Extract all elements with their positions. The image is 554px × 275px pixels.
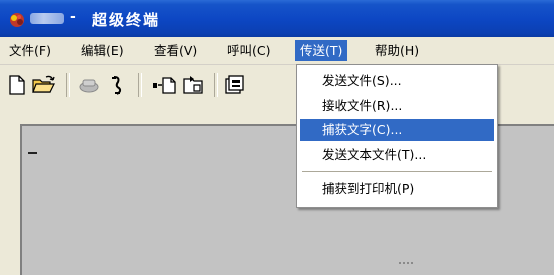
menu-edit[interactable]: 编辑(E) [76,40,129,61]
menu-transfer[interactable]: 传送(T) [295,40,348,61]
open-folder-icon[interactable] [32,74,55,96]
blurred-title-fragment [30,13,64,24]
toolbar-separator [214,73,218,97]
send-icon[interactable] [152,74,176,96]
toolbar-separator [138,73,142,97]
menu-item-capture-to-printer[interactable]: 捕获到打印机(P) [300,178,494,200]
properties-icon[interactable] [224,74,246,96]
menu-file[interactable]: 文件(F) [4,40,56,61]
phone-icon[interactable] [8,10,26,28]
window-title: 超级终端 [92,11,161,29]
receive-icon[interactable] [182,74,204,96]
call-icon[interactable] [78,74,100,96]
title-separator: - [70,9,76,25]
toolbar-separator [66,73,70,97]
menu-separator [302,171,492,172]
text-cursor [28,152,37,154]
menu-item-capture-text[interactable]: 捕获文字(C)... [300,119,494,141]
status-grip [399,262,413,270]
disconnect-icon[interactable] [106,74,128,96]
menu-call[interactable]: 呼叫(C) [222,40,275,61]
menu-item-send-text-file[interactable]: 发送文本文件(T)... [300,144,494,166]
menu-item-send-file[interactable]: 发送文件(S)... [300,70,494,92]
new-document-icon[interactable] [6,74,28,96]
menu-item-receive-file[interactable]: 接收文件(R)... [300,95,494,117]
menu-help[interactable]: 帮助(H) [370,40,424,61]
transfer-menu: 发送文件(S)... 接收文件(R)... 捕获文字(C)... 发送文本文件(… [296,64,498,208]
menu-view[interactable]: 查看(V) [149,40,202,61]
title-bar[interactable]: - 超级终端 [0,0,554,37]
menu-bar: 文件(F) 编辑(E) 查看(V) 呼叫(C) 传送(T) 帮助(H) [0,37,554,65]
